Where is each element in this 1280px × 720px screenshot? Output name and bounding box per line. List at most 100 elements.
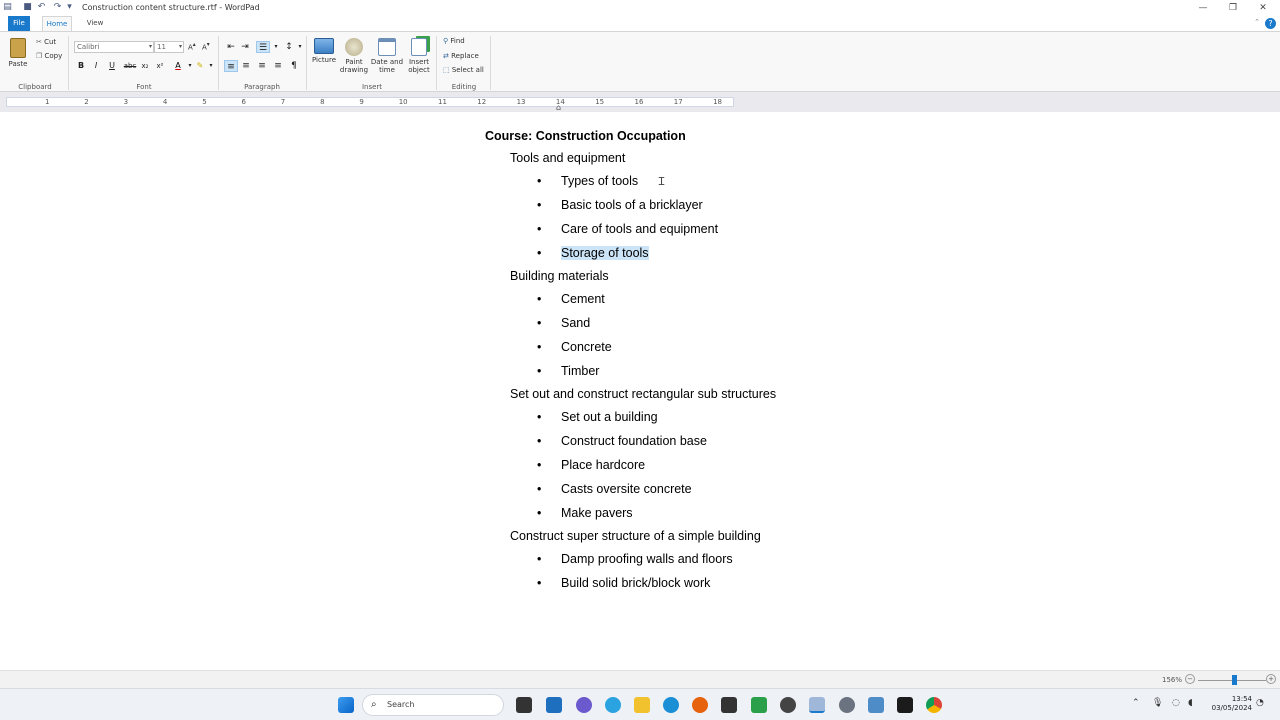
text-color-icon[interactable]: A	[172, 60, 184, 72]
bullet-icon: •	[537, 410, 542, 424]
status-bar: 156% − +	[0, 670, 1280, 688]
bullet-list-icon[interactable]: ☰	[256, 41, 270, 53]
underline-button[interactable]: U	[106, 60, 118, 72]
windows-start-icon[interactable]	[338, 697, 354, 713]
undo-icon[interactable]: ↶	[36, 2, 47, 13]
ruler-tick-label: 9	[359, 98, 364, 106]
list-item: • Make pavers	[537, 506, 633, 520]
cut-button[interactable]: ✂ Cut	[36, 38, 56, 46]
microphone-icon[interactable]: 🎙	[1152, 698, 1163, 708]
app-icon[interactable]	[692, 697, 708, 713]
document-page[interactable]: Course: Construction Occupation Tools an…	[0, 112, 1280, 670]
decrease-indent-icon[interactable]: ⇤	[225, 41, 237, 53]
tab-view[interactable]: View	[82, 16, 108, 31]
ruler-tick-label: 6	[241, 98, 246, 106]
insert-object-button[interactable]: Insert object	[405, 38, 433, 74]
save-icon[interactable]: ■	[22, 2, 33, 13]
list-item: • Types of tools	[537, 174, 638, 188]
system-clock[interactable]: 13:54 03/05/2024	[1206, 695, 1252, 713]
bullet-icon: •	[537, 552, 542, 566]
close-button[interactable]: ✕	[1248, 0, 1278, 16]
copy-button[interactable]: ❐ Copy	[36, 52, 62, 60]
bullet-icon: •	[537, 174, 542, 188]
edge-icon[interactable]	[605, 697, 621, 713]
bullet-icon: •	[537, 246, 542, 260]
list-item: • Timber	[537, 364, 599, 378]
ruler-tick-label: 2	[84, 98, 89, 106]
paste-button[interactable]: Paste	[6, 38, 30, 68]
network-icon[interactable]: ◌	[1172, 698, 1180, 708]
zoom-out-button[interactable]: −	[1185, 674, 1195, 684]
font-size-select[interactable]: 11 ▾	[154, 41, 184, 53]
file-explorer-icon[interactable]	[634, 697, 650, 713]
increase-indent-icon[interactable]: ⇥	[239, 41, 251, 53]
tab-file[interactable]: File	[8, 16, 30, 31]
italic-button[interactable]: I	[90, 60, 102, 72]
store-icon[interactable]	[721, 697, 737, 713]
paragraph-settings-icon[interactable]: ¶	[288, 60, 300, 72]
chevron-down-icon: ▾	[178, 43, 182, 50]
app-icon[interactable]	[751, 697, 767, 713]
widgets-icon[interactable]	[546, 697, 562, 713]
align-center-icon[interactable]: ≡	[240, 60, 252, 72]
wordpad-taskbar-icon[interactable]	[809, 697, 825, 713]
superscript-button[interactable]: x²	[154, 60, 166, 72]
zoom-slider-thumb[interactable]	[1232, 675, 1237, 685]
minimize-button[interactable]: —	[1188, 0, 1218, 16]
select-all-button[interactable]: ⬚ Select all	[443, 66, 484, 74]
notifications-icon[interactable]: ◔	[1256, 698, 1264, 708]
app-icon[interactable]	[780, 697, 796, 713]
volume-icon[interactable]: ◖	[1188, 698, 1193, 708]
settings-gear-icon[interactable]	[839, 697, 855, 713]
font-family-select[interactable]: Calibri ▾	[74, 41, 154, 53]
chevron-down-icon[interactable]: ▾	[294, 41, 306, 53]
align-left-icon[interactable]: ≡	[224, 60, 238, 72]
picture-label: Picture	[311, 56, 337, 64]
bullet-icon: •	[537, 434, 542, 448]
insert-group-label: Insert	[361, 83, 383, 91]
help-icon[interactable]: ?	[1265, 18, 1276, 29]
align-right-icon[interactable]: ≡	[256, 60, 268, 72]
insert-picture-button[interactable]: Picture	[310, 38, 338, 64]
app-icon[interactable]	[868, 697, 884, 713]
restore-button[interactable]: ❐	[1218, 0, 1248, 16]
ruler[interactable]: 1 2 3 4 5 6 7 8 9 10 11 12 13 14 15 16 17 18	[6, 97, 734, 107]
zoom-in-button[interactable]: +	[1266, 674, 1276, 684]
ruler-tick-label: 18	[713, 98, 723, 106]
list-item: • Concrete	[537, 340, 612, 354]
list-item: • Place hardcore	[537, 458, 645, 472]
customize-qa-icon[interactable]: ▾	[64, 2, 75, 13]
font-family-value: Calibri	[77, 43, 100, 51]
tab-home[interactable]: Home	[42, 16, 72, 31]
date-time-button[interactable]: Date and time	[370, 38, 404, 74]
browser-icon[interactable]	[663, 697, 679, 713]
list-item-text: Casts oversite concrete	[561, 482, 692, 496]
collapse-ribbon-icon[interactable]: ⌃	[1254, 18, 1260, 26]
strikethrough-button[interactable]: abc	[122, 60, 138, 72]
terminal-icon[interactable]	[897, 697, 913, 713]
chevron-down-icon[interactable]: ▾	[270, 41, 282, 53]
find-button[interactable]: ⚲ Find	[443, 37, 465, 45]
justify-icon[interactable]: ≡	[272, 60, 284, 72]
right-indent-marker-icon[interactable]: ⌂	[556, 103, 561, 112]
ribbon-divider	[306, 36, 307, 90]
bold-button[interactable]: B	[75, 60, 87, 72]
taskbar-search[interactable]: ⌕ Search	[362, 694, 504, 716]
replace-button[interactable]: ⇄ Replace	[443, 52, 479, 60]
document-heading: Course: Construction Occupation	[485, 129, 686, 143]
shrink-font-icon[interactable]: A▾	[202, 42, 210, 51]
paint-drawing-button[interactable]: Paint drawing	[339, 38, 369, 74]
list-item-text: Make pavers	[561, 506, 633, 520]
chevron-down-icon[interactable]: ▾	[205, 60, 217, 72]
grow-font-icon[interactable]: A▴	[188, 42, 196, 51]
subscript-button[interactable]: x₂	[139, 60, 151, 72]
chrome-icon[interactable]	[926, 697, 942, 713]
chat-icon[interactable]	[576, 697, 592, 713]
ruler-tick-label: 12	[477, 98, 487, 106]
section-title: Set out and construct rectangular sub st…	[510, 387, 777, 401]
wordpad-app-icon[interactable]: ▤	[2, 2, 13, 13]
section-title: Construct super structure of a simple bu…	[510, 529, 761, 543]
task-view-icon[interactable]	[516, 697, 532, 713]
redo-icon[interactable]: ↷	[52, 2, 63, 13]
chevron-up-icon[interactable]: ⌃	[1132, 698, 1140, 708]
